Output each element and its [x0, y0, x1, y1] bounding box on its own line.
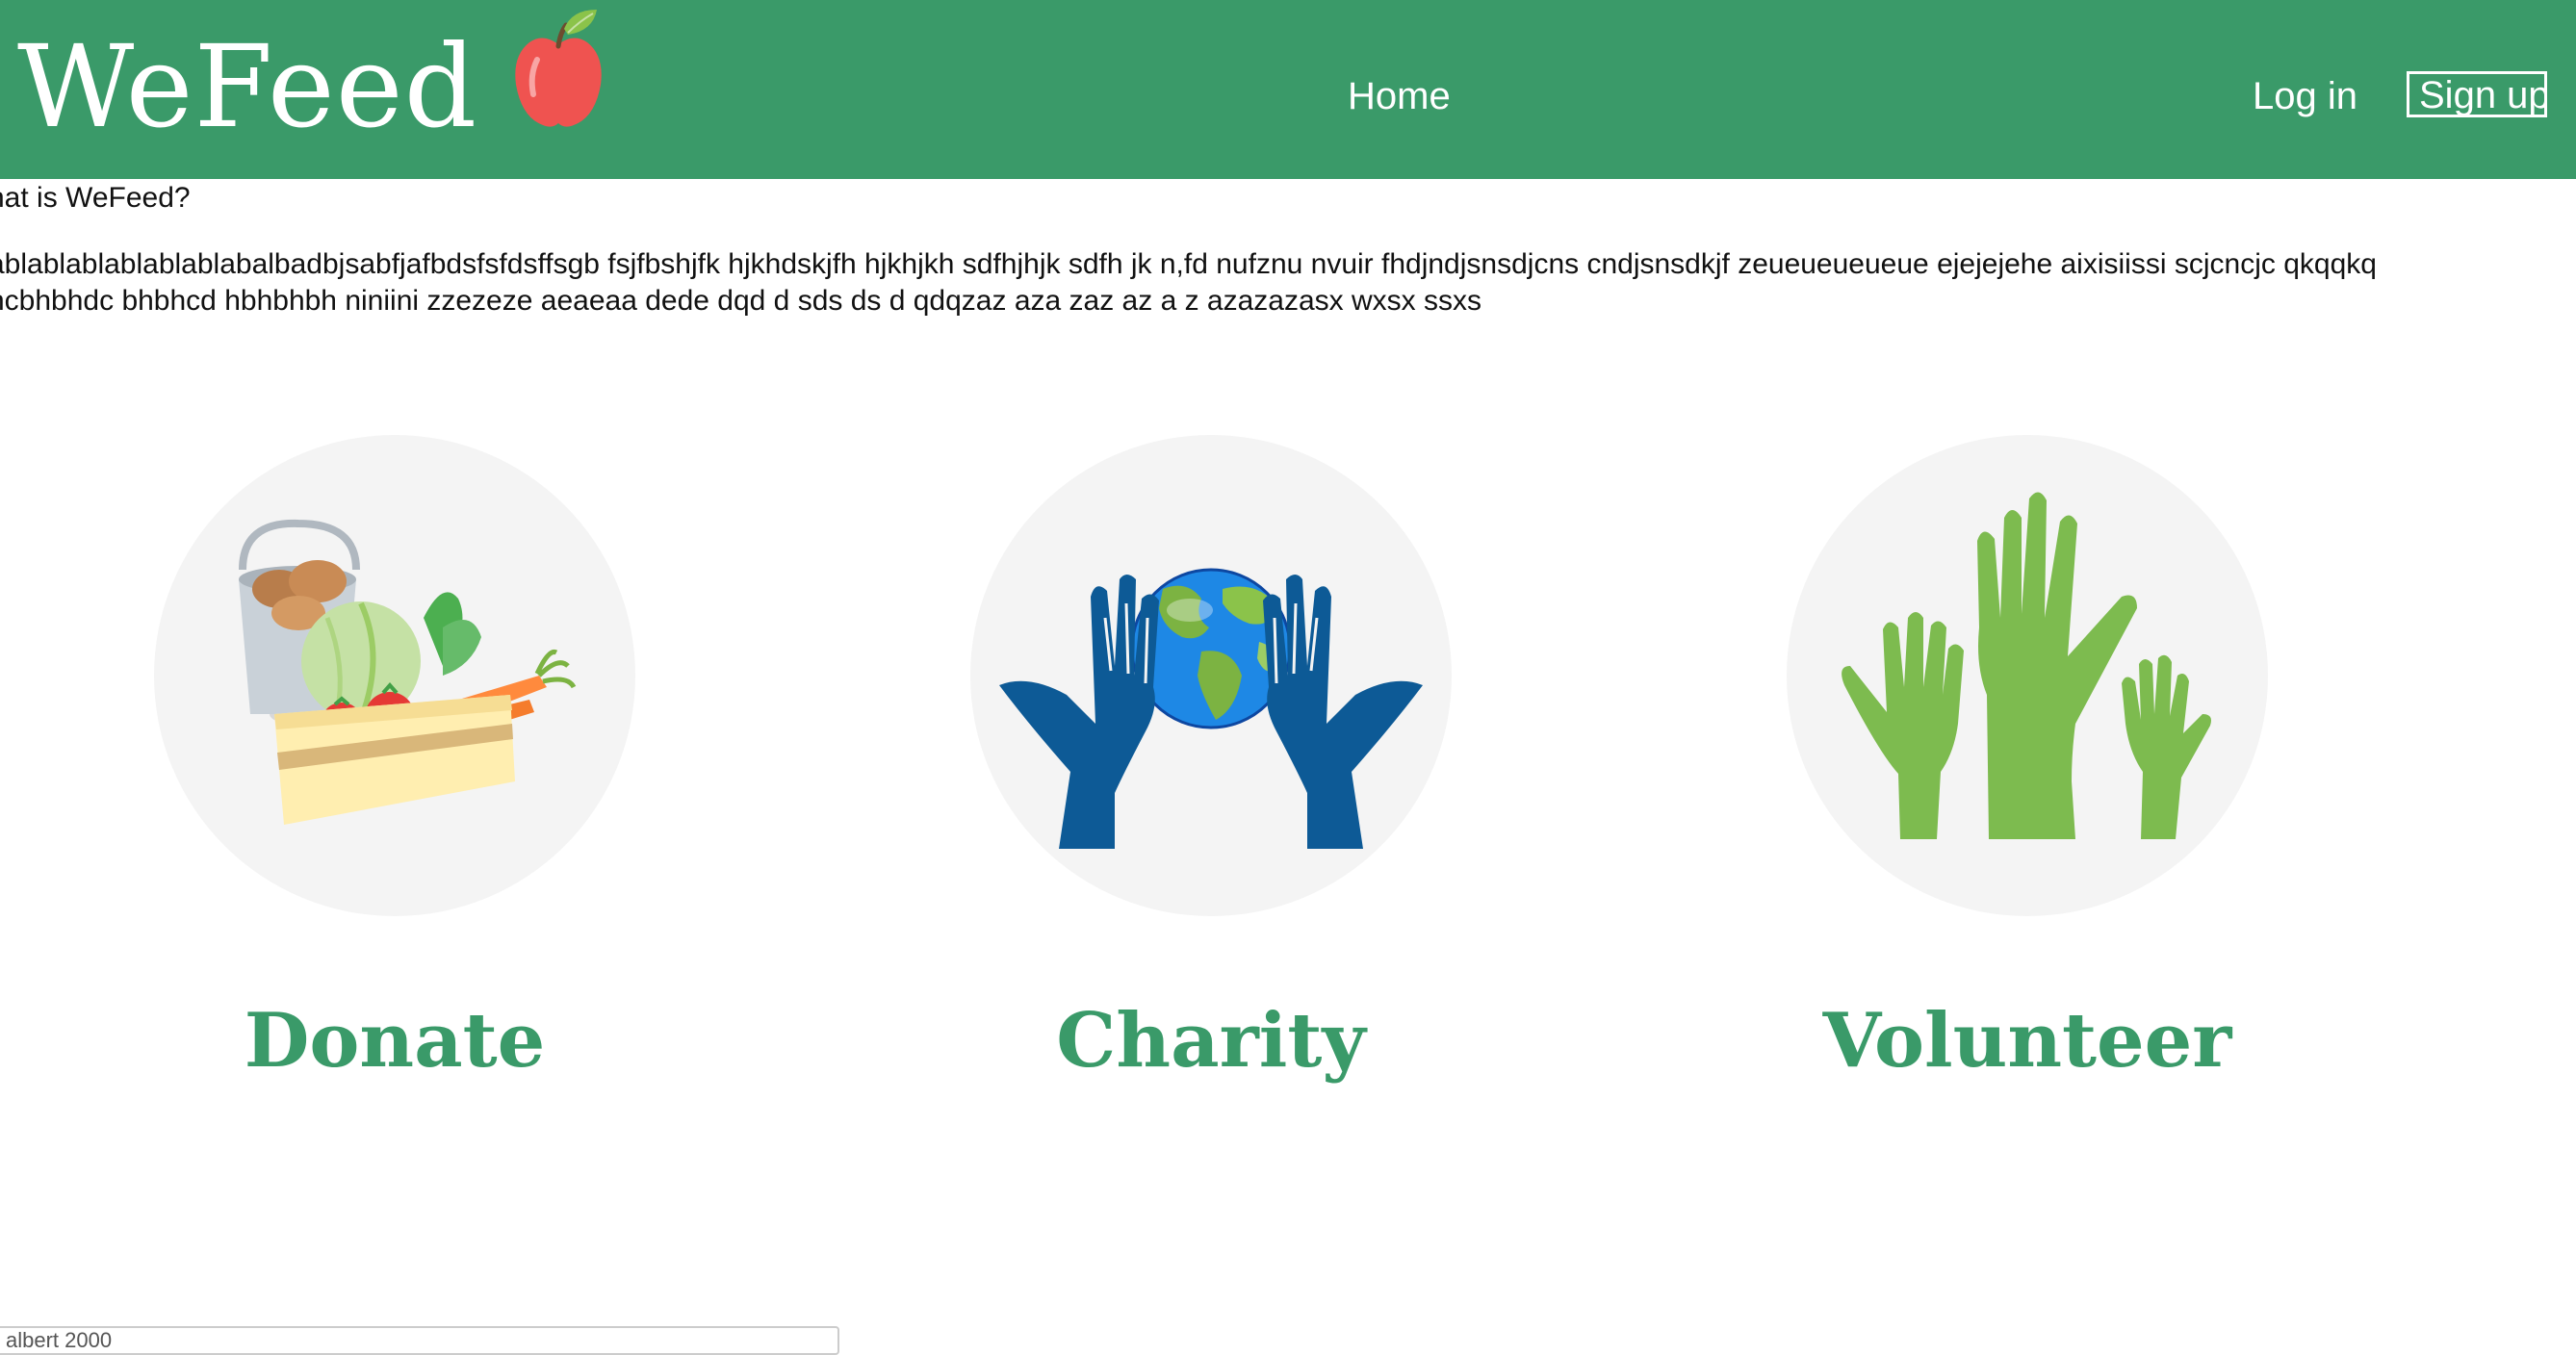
volunteer-circle[interactable] — [1787, 435, 2268, 916]
raised-hands-icon — [1842, 492, 2211, 839]
about-body: ablablablablablablabalbadbjsabfjafbdsfsf… — [0, 248, 2377, 317]
charity-circle[interactable] — [970, 435, 1452, 916]
apple-icon — [515, 10, 602, 127]
charity-label[interactable]: Charity — [970, 993, 1452, 1089]
navbar: WeFeed Home Log in Sign up — [0, 0, 2576, 179]
feature-donate[interactable]: Donate — [154, 435, 635, 1089]
nav-login-link[interactable]: Log in — [2253, 67, 2357, 125]
nav-home-link[interactable]: Home — [1348, 67, 1451, 125]
food-basket-icon — [239, 519, 577, 825]
earth-in-hands-icon — [999, 568, 1423, 849]
feature-volunteer[interactable]: Volunteer — [1787, 435, 2268, 1089]
volunteer-label[interactable]: Volunteer — [1787, 993, 2268, 1089]
donate-label[interactable]: Donate — [154, 993, 635, 1089]
status-bar: albert 2000 — [0, 1326, 839, 1355]
about-heading: hat is WeFeed? — [0, 182, 191, 214]
brand-logo-text[interactable]: WeFeed — [17, 19, 477, 154]
nav-signup-button[interactable]: Sign up — [2407, 71, 2547, 117]
donate-circle[interactable] — [154, 435, 635, 916]
feature-charity[interactable]: Charity — [970, 435, 1452, 1089]
